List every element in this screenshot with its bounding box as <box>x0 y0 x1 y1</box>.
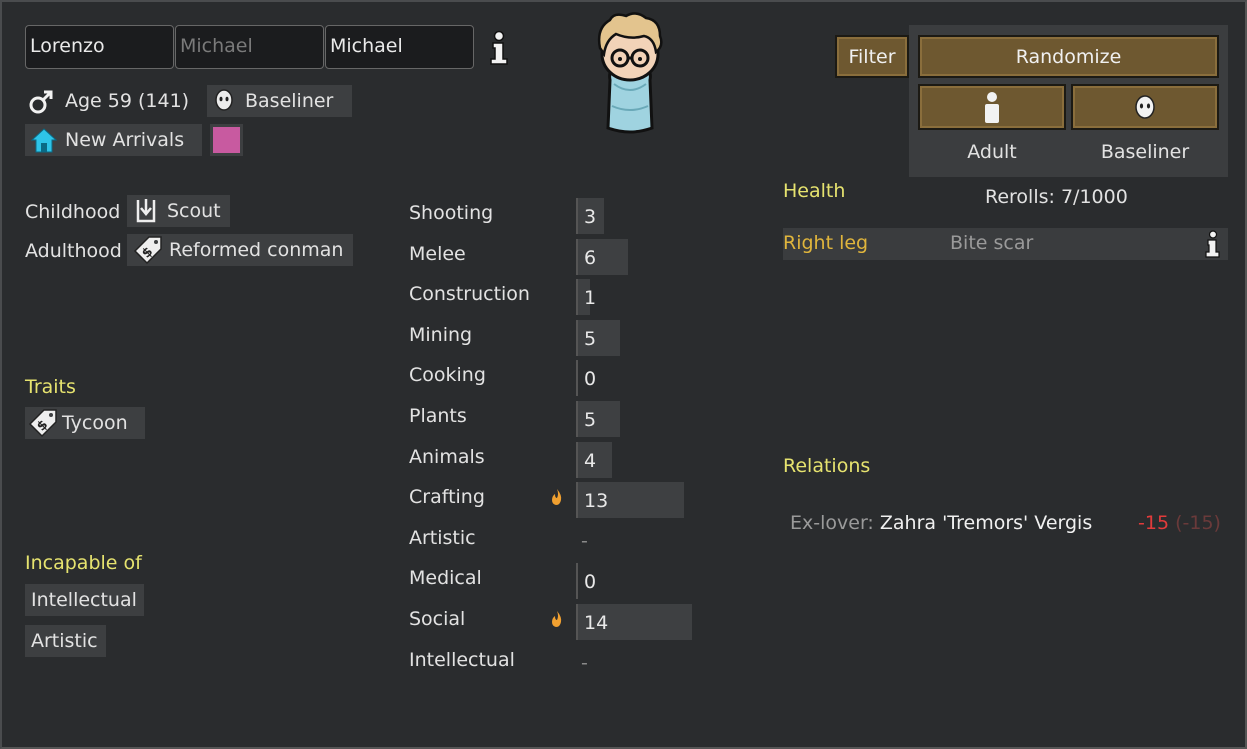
favorite-color-swatch[interactable] <box>210 124 243 156</box>
trait-chip[interactable]: $ Tycoon <box>25 407 145 439</box>
skill-name-plants: Plants <box>409 405 467 427</box>
skill-name-shooting: Shooting <box>409 202 494 224</box>
skill-name-artistic: Artistic <box>409 527 476 549</box>
skill-name-crafting: Crafting <box>409 486 485 508</box>
xenotype-button-label: Baseliner <box>1100 141 1190 163</box>
incapable-header: Incapable of <box>25 552 142 574</box>
skill-name-mining: Mining <box>409 324 473 346</box>
childhood-label: Childhood <box>25 201 121 223</box>
relation-opinion-value: -15 <box>1138 512 1170 534</box>
health-condition: Bite scar <box>950 232 1034 254</box>
skill-name-medical: Medical <box>409 567 482 589</box>
traits-header: Traits <box>25 376 76 398</box>
info-icon[interactable] <box>1204 230 1222 258</box>
incapable-label: Intellectual <box>31 589 137 611</box>
skill-level-bar[interactable]: 4 <box>576 442 612 478</box>
filter-button-label: Filter <box>848 45 896 68</box>
adult-figure-icon <box>985 92 999 123</box>
relation-type: Ex-lover: <box>790 512 874 534</box>
info-icon[interactable] <box>488 30 510 66</box>
age-label[interactable]: Age 59 (141) <box>65 90 189 112</box>
faction-house-icon <box>31 128 57 153</box>
male-gender-icon <box>29 90 53 114</box>
tycoon-tag-icon: $ <box>28 409 57 438</box>
adulthood-label: Adulthood <box>25 240 122 262</box>
skill-level-bar[interactable]: 0 <box>576 360 600 396</box>
skill-level-bar[interactable]: 13 <box>576 482 684 518</box>
pawn-portrait <box>597 12 663 134</box>
skill-level-bar[interactable]: 0 <box>576 563 600 599</box>
skill-level-bar[interactable]: 14 <box>576 604 692 640</box>
xenotype-chip[interactable]: Baseliner <box>207 85 352 117</box>
adulthood-value: Reformed conman <box>169 239 344 261</box>
relation-pawn-name: Zahra 'Tremors' Vergis <box>879 512 1093 534</box>
faction-label: New Arrivals <box>65 129 185 151</box>
filter-button[interactable]: Filter <box>835 35 909 78</box>
skill-level-bar[interactable]: 6 <box>576 239 628 275</box>
incapable-label: Artistic <box>31 630 98 652</box>
first-name-field[interactable]: Lorenzo <box>25 25 174 69</box>
skill-name-social: Social <box>409 608 466 630</box>
randomize-button[interactable]: Randomize <box>918 35 1219 78</box>
trait-label: Tycoon <box>62 412 128 434</box>
faction-chip[interactable]: New Arrivals <box>25 124 202 156</box>
rerolls-counter: Rerolls: 7/1000 <box>985 186 1128 208</box>
xenotype-label: Baseliner <box>245 90 334 112</box>
passion-flame-icon <box>552 489 562 505</box>
relations-header: Relations <box>783 455 871 477</box>
health-header: Health <box>783 180 846 202</box>
skill-name-construction: Construction <box>409 283 530 305</box>
dev-stage-button[interactable] <box>918 84 1066 130</box>
last-name-field[interactable]: Michael <box>325 25 474 69</box>
adulthood-chip[interactable]: $ Reformed conman <box>127 234 353 266</box>
passion-flame-icon <box>552 611 562 627</box>
skill-disabled-dash: - <box>581 530 588 552</box>
xenotype-button[interactable] <box>1071 84 1219 130</box>
skill-name-melee: Melee <box>409 243 466 265</box>
skill-name-cooking: Cooking <box>409 364 486 386</box>
skill-disabled-dash: - <box>581 652 588 674</box>
incapable-chip[interactable]: Intellectual <box>25 584 144 616</box>
skill-name-animals: Animals <box>409 446 485 468</box>
relation-opinion-paren: (-15) <box>1175 512 1221 534</box>
nickname-field[interactable]: Michael <box>175 25 324 69</box>
skill-level-bar[interactable]: 3 <box>576 198 604 234</box>
skill-name-intellectual: Intellectual <box>409 649 515 671</box>
incapable-chip[interactable]: Artistic <box>25 625 106 657</box>
health-row[interactable]: Right leg Bite scar <box>783 228 1228 260</box>
health-body-part: Right leg <box>783 232 869 254</box>
childhood-value: Scout <box>167 200 221 222</box>
randomize-button-label: Randomize <box>1015 45 1122 68</box>
skill-level-bar[interactable]: 5 <box>576 401 620 437</box>
childhood-chip[interactable]: Scout <box>127 195 230 227</box>
dev-stage-label: Adult <box>967 141 1017 163</box>
baseliner-head-icon <box>1135 95 1155 119</box>
baseliner-head-icon <box>215 89 233 111</box>
skill-level-bar[interactable]: 1 <box>576 279 596 315</box>
skill-level-bar[interactable]: 5 <box>576 320 620 356</box>
relation-row[interactable]: Ex-lover: Zahra 'Tremors' Vergis <box>790 512 1092 534</box>
relation-opinion: -15 (-15) <box>1138 512 1221 534</box>
scout-backstory-icon <box>136 199 156 223</box>
favorite-color-fill <box>213 127 240 153</box>
conman-tag-icon: $ <box>133 236 162 265</box>
